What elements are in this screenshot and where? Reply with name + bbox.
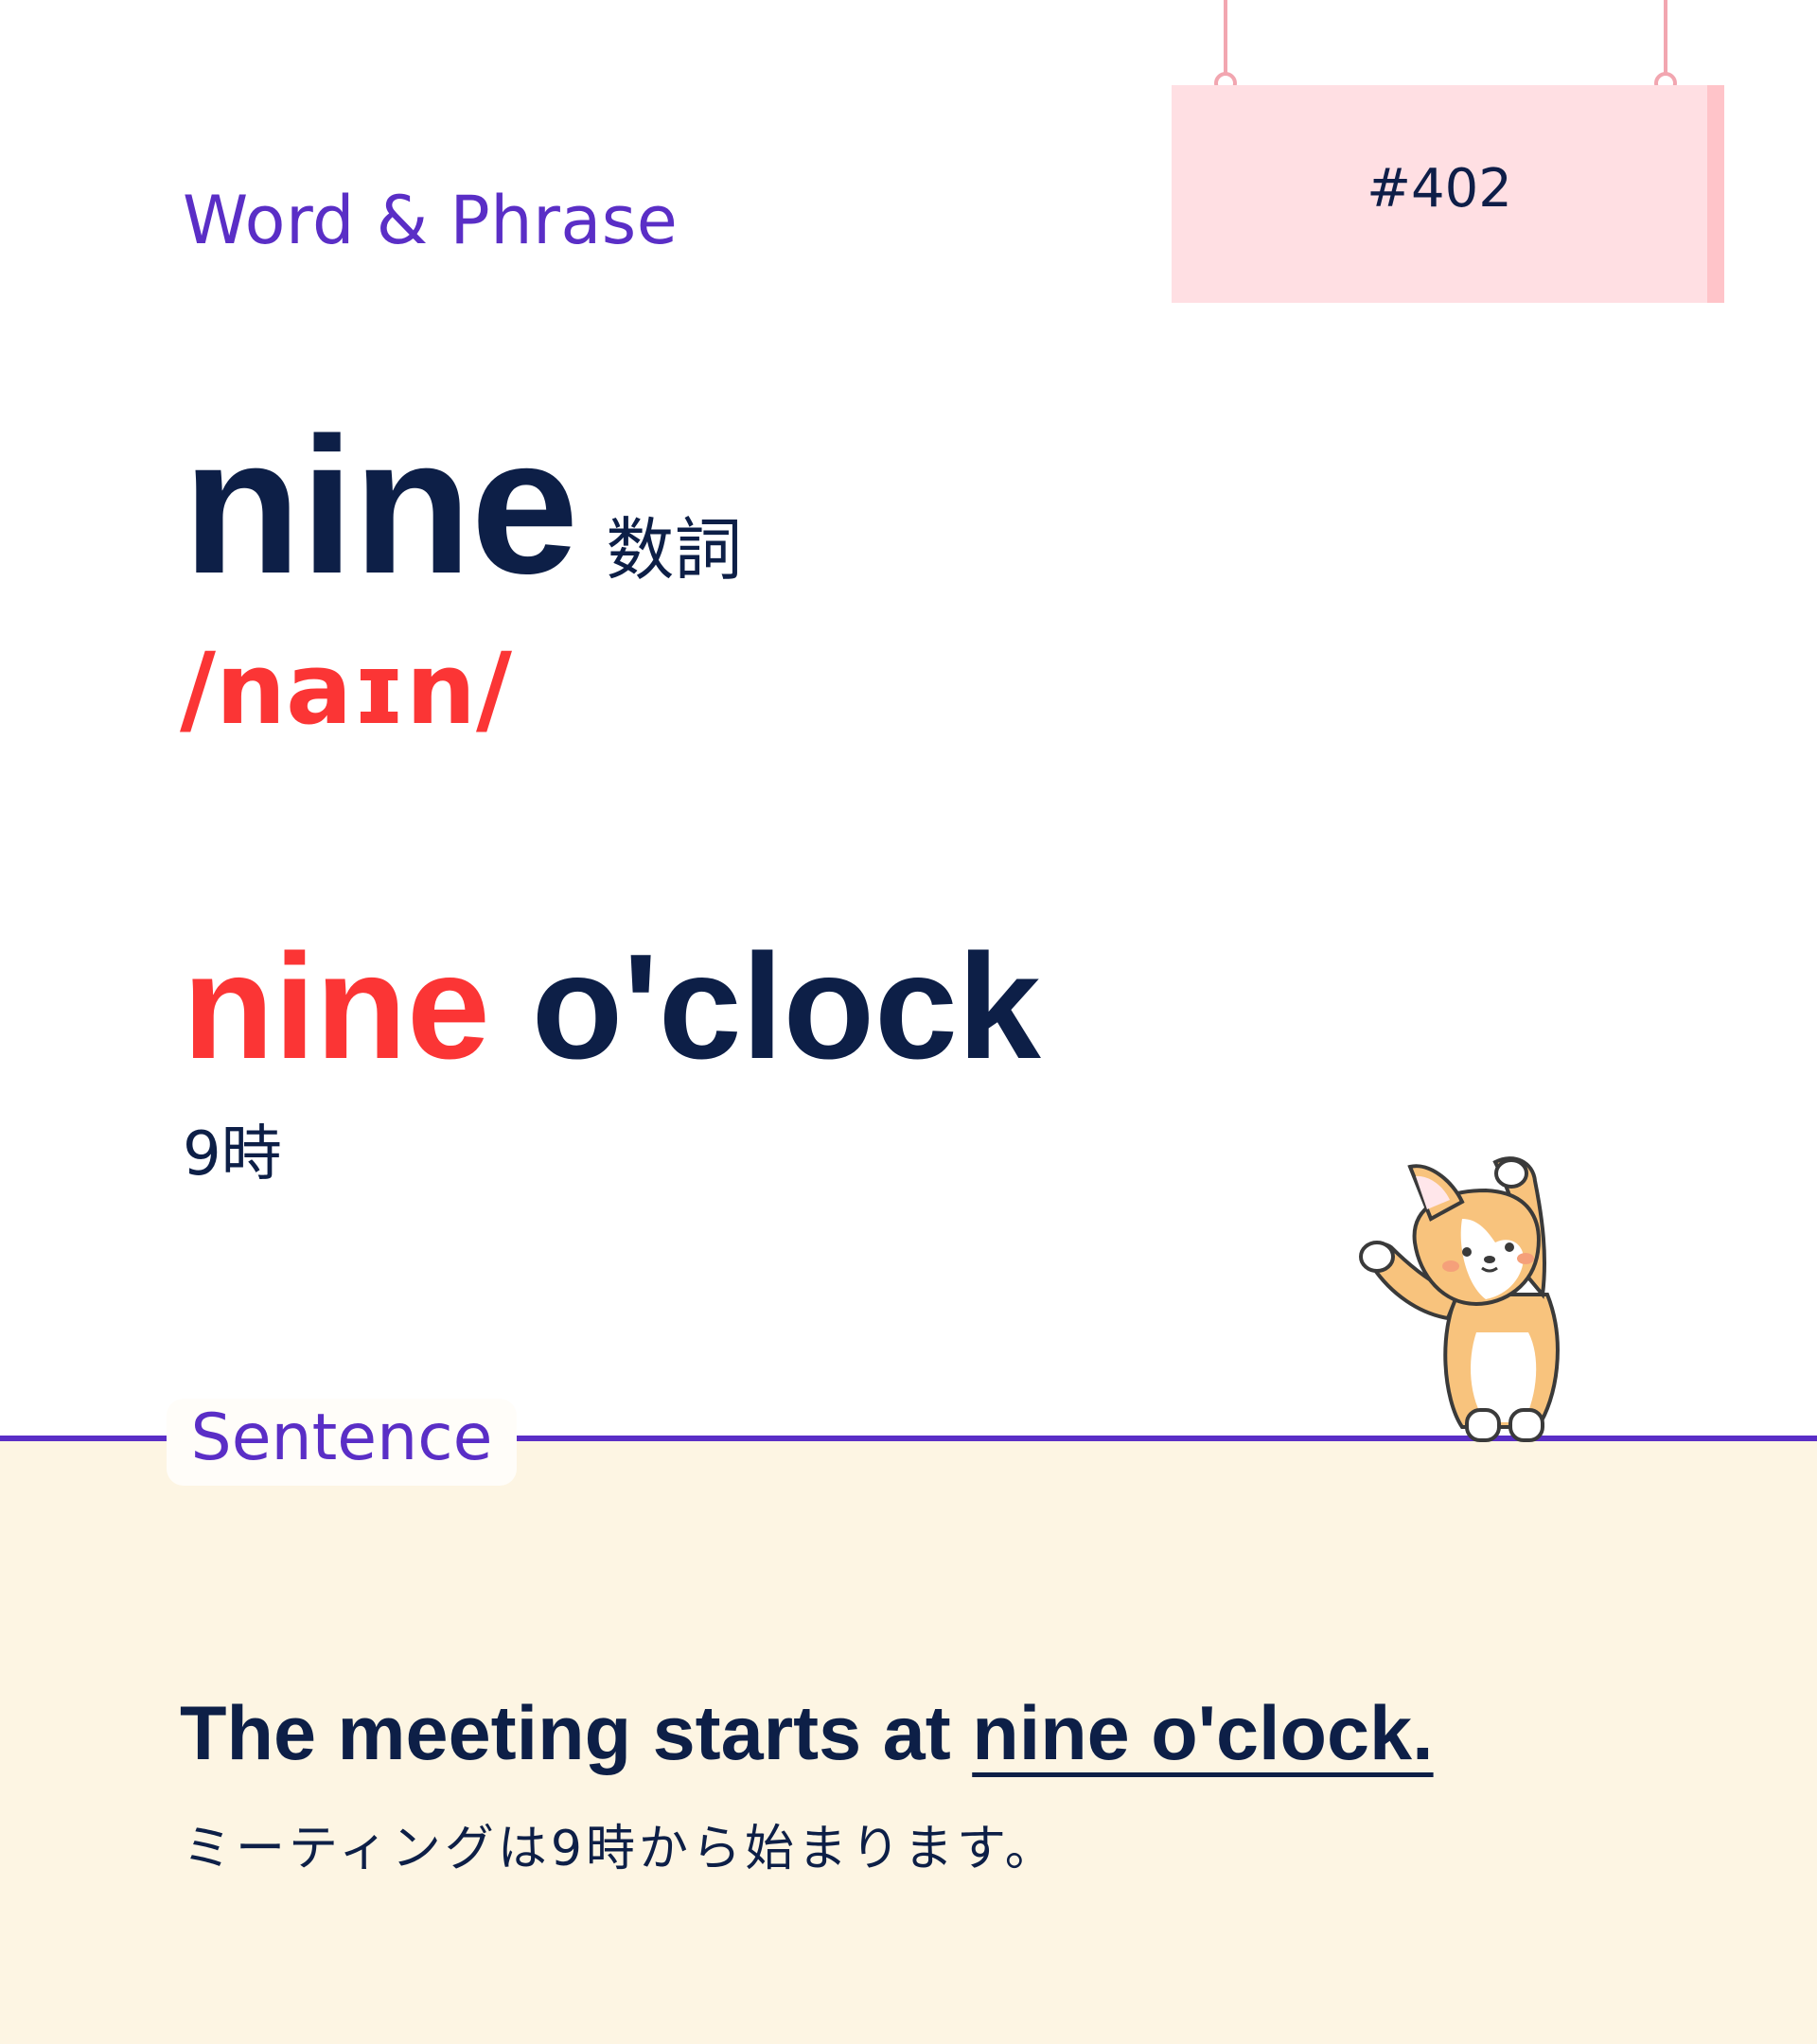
sentence-highlight: nine o'clock. xyxy=(972,1691,1434,1776)
phrase: nine o'clock xyxy=(183,932,1041,1082)
sentence-label: Sentence xyxy=(190,1401,493,1475)
phrase-meaning: 9時 xyxy=(183,1119,282,1189)
phrase-rest: o'clock xyxy=(489,924,1041,1090)
headword-row: nine 数詞 xyxy=(183,409,742,603)
headword: nine xyxy=(183,397,578,614)
word-card: Word & Phrase #402 nine 数詞 /naɪn/ nine o… xyxy=(0,0,1817,2044)
sign-board: #402 xyxy=(1172,85,1724,303)
sentence-tab: Sentence xyxy=(167,1399,517,1486)
card-number-sign: #402 xyxy=(1172,0,1724,305)
sentence-prefix: The meeting starts at xyxy=(180,1691,973,1776)
category-label: Word & Phrase xyxy=(183,182,679,259)
example-sentence: The meeting starts at nine o'clock. xyxy=(180,1696,1434,1772)
phrase-highlight: nine xyxy=(183,924,490,1090)
pronunciation: /naɪn/ xyxy=(180,631,512,747)
part-of-speech: 数詞 xyxy=(606,510,743,590)
card-number: #402 xyxy=(1367,157,1512,220)
corgi-mascot-icon xyxy=(1359,1156,1560,1442)
sentence-translation: ミーティングは9時から始まります。 xyxy=(183,1821,1058,1877)
